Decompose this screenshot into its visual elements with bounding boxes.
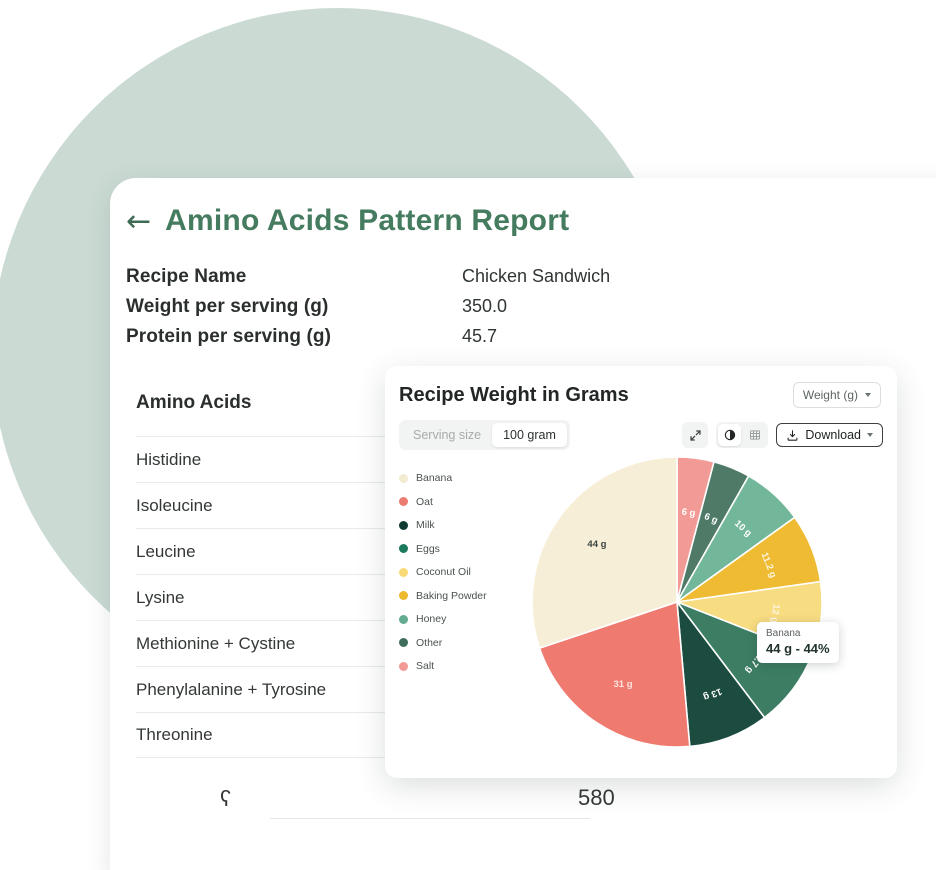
pie-slice-label: 12 g	[768, 603, 781, 623]
meta-value: 350.0	[462, 296, 508, 316]
legend-item-eggs[interactable]: Eggs	[399, 543, 487, 555]
legend-color-dot	[399, 544, 408, 553]
legend-label: Eggs	[416, 542, 440, 555]
footer-stub-text: ʕ	[220, 786, 231, 811]
chart-legend: Banana Oat Milk Eggs Coconut Oil Baking …	[399, 472, 487, 672]
pie-slice-label: 31 g	[614, 679, 633, 690]
footer-divider	[270, 818, 590, 819]
serving-size-segmented-control[interactable]: Serving size 100 gram	[399, 420, 570, 450]
meta-row-recipe-name: Recipe Name Chicken Sandwich	[126, 266, 686, 288]
legend-label: Honey	[416, 613, 447, 625]
legend-item-other[interactable]: Other	[399, 637, 487, 649]
legend-item-honey[interactable]: Honey	[399, 613, 487, 625]
unit-select-dropdown[interactable]: Weight (g)	[792, 382, 881, 408]
legend-label: Banana	[416, 472, 453, 484]
meta-label: Weight per serving (g)	[126, 296, 329, 317]
legend-item-oat[interactable]: Oat	[399, 496, 487, 508]
chart-tooltip: Banana 44 g - 44%	[757, 622, 839, 663]
legend-label: Milk	[416, 519, 435, 531]
legend-item-coconut-oil[interactable]: Coconut Oil	[399, 566, 487, 578]
meta-value: 45.7	[462, 326, 498, 346]
recipe-meta-list: Recipe Name Chicken Sandwich Weight per …	[126, 266, 686, 348]
pie-slice-label: 44 g	[587, 539, 606, 550]
pie-chart[interactable]: 6 g6 g 10 g 11.2 g 12 g 12.7 g 13 g 31 g 44 g	[527, 452, 827, 752]
legend-label: Other	[416, 636, 443, 649]
chart-card-header: Recipe Weight in Grams Weight (g)	[385, 366, 897, 408]
expand-arrows-icon[interactable]	[682, 422, 709, 448]
legend-item-baking-powder[interactable]: Baking Powder	[399, 590, 487, 602]
legend-color-dot	[399, 591, 408, 600]
legend-label: Oat	[416, 495, 433, 508]
back-arrow-icon[interactable]: ←	[126, 207, 151, 237]
table-grid-icon[interactable]	[743, 424, 766, 446]
seg-serving-size[interactable]: Serving size	[402, 423, 492, 447]
pie-chart-svg[interactable]: 6 g6 g 10 g11.2 g12 g12.7 g13 g31 g44 g	[527, 452, 827, 752]
legend-label: Salt	[416, 660, 435, 672]
download-button[interactable]: Download	[776, 423, 883, 447]
legend-item-salt[interactable]: Salt	[399, 660, 487, 672]
page-title: Amino Acids Pattern Report	[165, 204, 570, 237]
legend-label: Coconut Oil	[416, 566, 471, 578]
legend-item-banana[interactable]: Banana	[399, 472, 487, 484]
chevron-down-icon	[865, 393, 871, 397]
unit-select-label: Weight (g)	[802, 388, 858, 402]
screenshot-root: ← Amino Acids Pattern Report Recipe Name…	[0, 0, 936, 870]
meta-value: Chicken Sandwich	[462, 266, 611, 286]
legend-color-dot	[399, 520, 408, 530]
pie-slice-label: 6 g	[681, 507, 696, 520]
legend-color-dot	[399, 567, 408, 577]
chart-tool-buttons: Download	[682, 422, 883, 448]
legend-color-dot	[399, 614, 408, 624]
meta-row-protein-per-serving: Protein per serving (g) 45.7	[126, 326, 686, 348]
tooltip-series-name: Banana	[766, 628, 801, 639]
report-header: ← Amino Acids Pattern Report	[110, 178, 936, 238]
legend-color-dot	[399, 638, 408, 647]
meta-label: Recipe Name	[126, 266, 247, 287]
legend-color-dot	[399, 497, 408, 506]
legend-item-milk[interactable]: Milk	[399, 519, 487, 531]
download-icon	[787, 429, 798, 441]
legend-color-dot	[399, 473, 408, 483]
chevron-down-icon	[867, 433, 873, 437]
chart-toolbar: Serving size 100 gram Download	[385, 408, 897, 450]
legend-color-dot	[399, 661, 408, 671]
meta-row-weight-per-serving: Weight per serving (g) 350.0	[126, 296, 686, 318]
meta-label: Protein per serving (g)	[126, 326, 332, 347]
download-label: Download	[805, 428, 861, 442]
seg-100-gram[interactable]: 100 gram	[492, 423, 567, 447]
chart-body: Banana Oat Milk Eggs Coconut Oil Baking …	[385, 450, 897, 766]
footer-number: 580	[578, 785, 615, 810]
chart-title: Recipe Weight in Grams	[399, 383, 629, 406]
recipe-weight-chart-card: Recipe Weight in Grams Weight (g) Servin…	[385, 366, 897, 778]
legend-label: Baking Powder	[416, 589, 487, 602]
chart-view-toggle-group	[716, 422, 769, 448]
tooltip-value: 44 g - 44%	[766, 641, 830, 656]
pie-chart-icon[interactable]	[718, 424, 742, 446]
